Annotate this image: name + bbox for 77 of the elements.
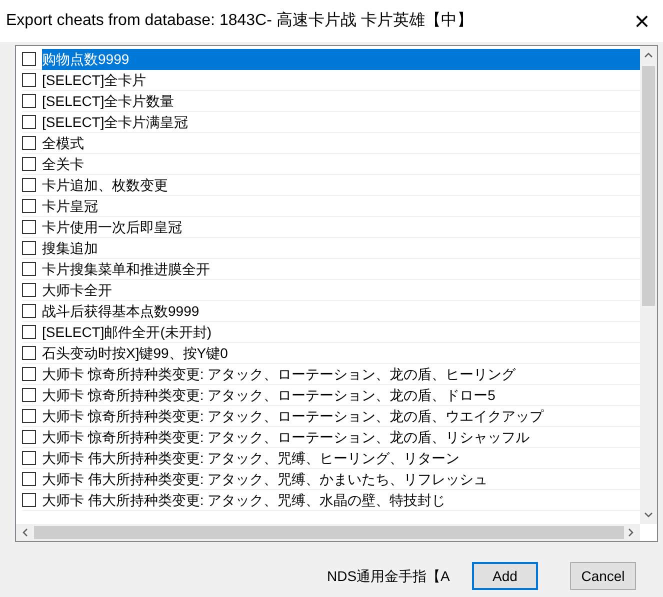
cheat-label: 大师卡 伟大所持种类变更: アタック、咒缚、かまいたち、リフレッシュ: [42, 470, 489, 488]
cheat-item[interactable]: 卡片使用一次后即皇冠: [22, 217, 640, 238]
cheat-label: [SELECT]全卡片满皇冠: [42, 112, 190, 132]
cheat-label: 大师卡 伟大所持种类变更: アタック、咒缚、ヒーリング、リターン: [42, 448, 461, 468]
checkbox[interactable]: [22, 493, 36, 507]
scroll-left-icon[interactable]: [22, 528, 28, 537]
scroll-thumb[interactable]: [34, 526, 624, 539]
checkbox[interactable]: [22, 94, 36, 108]
cheat-item[interactable]: 大师卡 伟大所持种类变更: アタック、咒缚、かまいたち、リフレッシュ: [22, 469, 640, 490]
checkbox[interactable]: [22, 73, 36, 87]
cheat-item[interactable]: 卡片追加、枚数变更: [22, 175, 640, 196]
checkbox[interactable]: [22, 430, 36, 444]
checkbox[interactable]: [22, 52, 36, 66]
cheat-label: 大师卡 惊奇所持种类变更: アタック、ローテーション、龙の盾、ヒーリング: [42, 364, 517, 384]
scroll-up-icon[interactable]: [644, 52, 653, 58]
folder-label: NDS通用金手指【A: [327, 566, 451, 586]
vertical-scrollbar[interactable]: [640, 46, 657, 524]
checkbox[interactable]: [22, 367, 36, 381]
cheat-label: [SELECT]全卡片: [42, 70, 148, 90]
checkbox[interactable]: [22, 136, 36, 150]
checkbox[interactable]: [22, 304, 36, 318]
cheat-label: 战斗后获得基本点数9999: [42, 302, 200, 320]
cheat-item[interactable]: 卡片皇冠: [22, 196, 640, 217]
cheat-item[interactable]: 全模式: [22, 133, 640, 154]
cheat-label: 大师卡 伟大所持种类变更: アタック、咒缚、水晶の壁、特技封じ: [42, 490, 447, 510]
checkbox[interactable]: [22, 409, 36, 423]
cheat-item[interactable]: [SELECT]全卡片: [22, 70, 640, 91]
cheat-item[interactable]: 大师卡 惊奇所持种类变更: アタック、ローテーション、龙の盾、ヒーリング: [22, 364, 640, 385]
checkbox[interactable]: [22, 262, 36, 276]
cheat-label: 卡片皇冠: [42, 196, 99, 216]
checkbox[interactable]: [22, 283, 36, 297]
horizontal-scrollbar[interactable]: [16, 524, 640, 541]
cheat-label: 卡片追加、枚数变更: [42, 176, 169, 194]
cheat-label: 大师卡 惊奇所持种类变更: アタック、ローテーション、龙の盾、リシャッフル: [42, 428, 531, 446]
cheat-item[interactable]: 大师卡全开: [22, 280, 640, 301]
checkbox[interactable]: [22, 241, 36, 255]
cheat-item[interactable]: 卡片搜集菜单和推进膜全开: [22, 259, 640, 280]
cheat-label: [SELECT]邮件全开(未开封): [42, 322, 213, 342]
dialog-button[interactable]: Cancel: [570, 562, 636, 590]
cheat-item[interactable]: 大师卡 伟大所持种类变更: アタック、咒缚、水晶の壁、特技封じ: [22, 490, 640, 511]
checkbox[interactable]: [22, 157, 36, 171]
cheat-item[interactable]: 大师卡 惊奇所持种类变更: アタック、ローテーション、龙の盾、ドロー5: [22, 385, 640, 406]
dialog-button[interactable]: Add: [472, 562, 538, 590]
cheat-item[interactable]: 大师卡 惊奇所持种类变更: アタック、ローテーション、龙の盾、リシャッフル: [22, 427, 640, 448]
cheat-item[interactable]: 搜集追加: [22, 238, 640, 259]
cheat-label: [SELECT]全卡片数量: [42, 92, 176, 111]
cheat-item[interactable]: [SELECT]全卡片满皇冠: [22, 112, 640, 133]
cheat-item[interactable]: [SELECT]全卡片数量: [22, 91, 640, 112]
scroll-right-icon[interactable]: [628, 528, 634, 537]
cheat-label: 卡片搜集菜单和推进膜全开: [42, 260, 211, 278]
cheat-label: 大师卡 惊奇所持种类变更: アタック、ローテーション、龙の盾、ウエイクアップ: [42, 406, 545, 426]
scroll-down-icon[interactable]: [644, 512, 653, 518]
cheat-label: 大师卡全开: [42, 280, 113, 300]
checkbox[interactable]: [22, 220, 36, 234]
cheat-label: 石头变动时按X]键99、按Y键0: [42, 344, 229, 363]
checkbox[interactable]: [22, 115, 36, 129]
checkbox[interactable]: [22, 346, 36, 360]
cheat-item[interactable]: 大师卡 惊奇所持种类变更: アタック、ローテーション、龙の盾、ウエイクアップ: [22, 406, 640, 427]
close-button[interactable]: ×: [627, 6, 657, 36]
cheat-label: 全关卡: [42, 154, 85, 174]
window-title: Export cheats from database: 1843C- 高速卡片战 卡片英雄【中】: [6, 10, 473, 31]
checkbox[interactable]: [22, 178, 36, 192]
cheat-label: 搜集追加: [42, 238, 99, 258]
checkbox[interactable]: [22, 325, 36, 339]
checkbox[interactable]: [22, 451, 36, 465]
scroll-thumb[interactable]: [642, 66, 655, 306]
cheat-item[interactable]: 全关卡: [22, 154, 640, 175]
checkbox[interactable]: [22, 472, 36, 486]
cheat-item[interactable]: 大师卡 伟大所持种类变更: アタック、咒缚、ヒーリング、リターン: [22, 448, 640, 469]
cheat-item[interactable]: 战斗后获得基本点数9999: [22, 301, 640, 322]
checkbox[interactable]: [22, 388, 36, 402]
cheat-item[interactable]: [SELECT]邮件全开(未开封): [22, 322, 640, 343]
checkbox[interactable]: [22, 199, 36, 213]
cheat-item[interactable]: 石头变动时按X]键99、按Y键0: [22, 343, 640, 364]
cheat-label: 卡片使用一次后即皇冠: [42, 218, 183, 236]
cheat-label: 大师卡 惊奇所持种类变更: アタック、ローテーション、龙の盾、ドロー5: [42, 386, 496, 404]
cheat-label: 全模式: [42, 134, 85, 152]
